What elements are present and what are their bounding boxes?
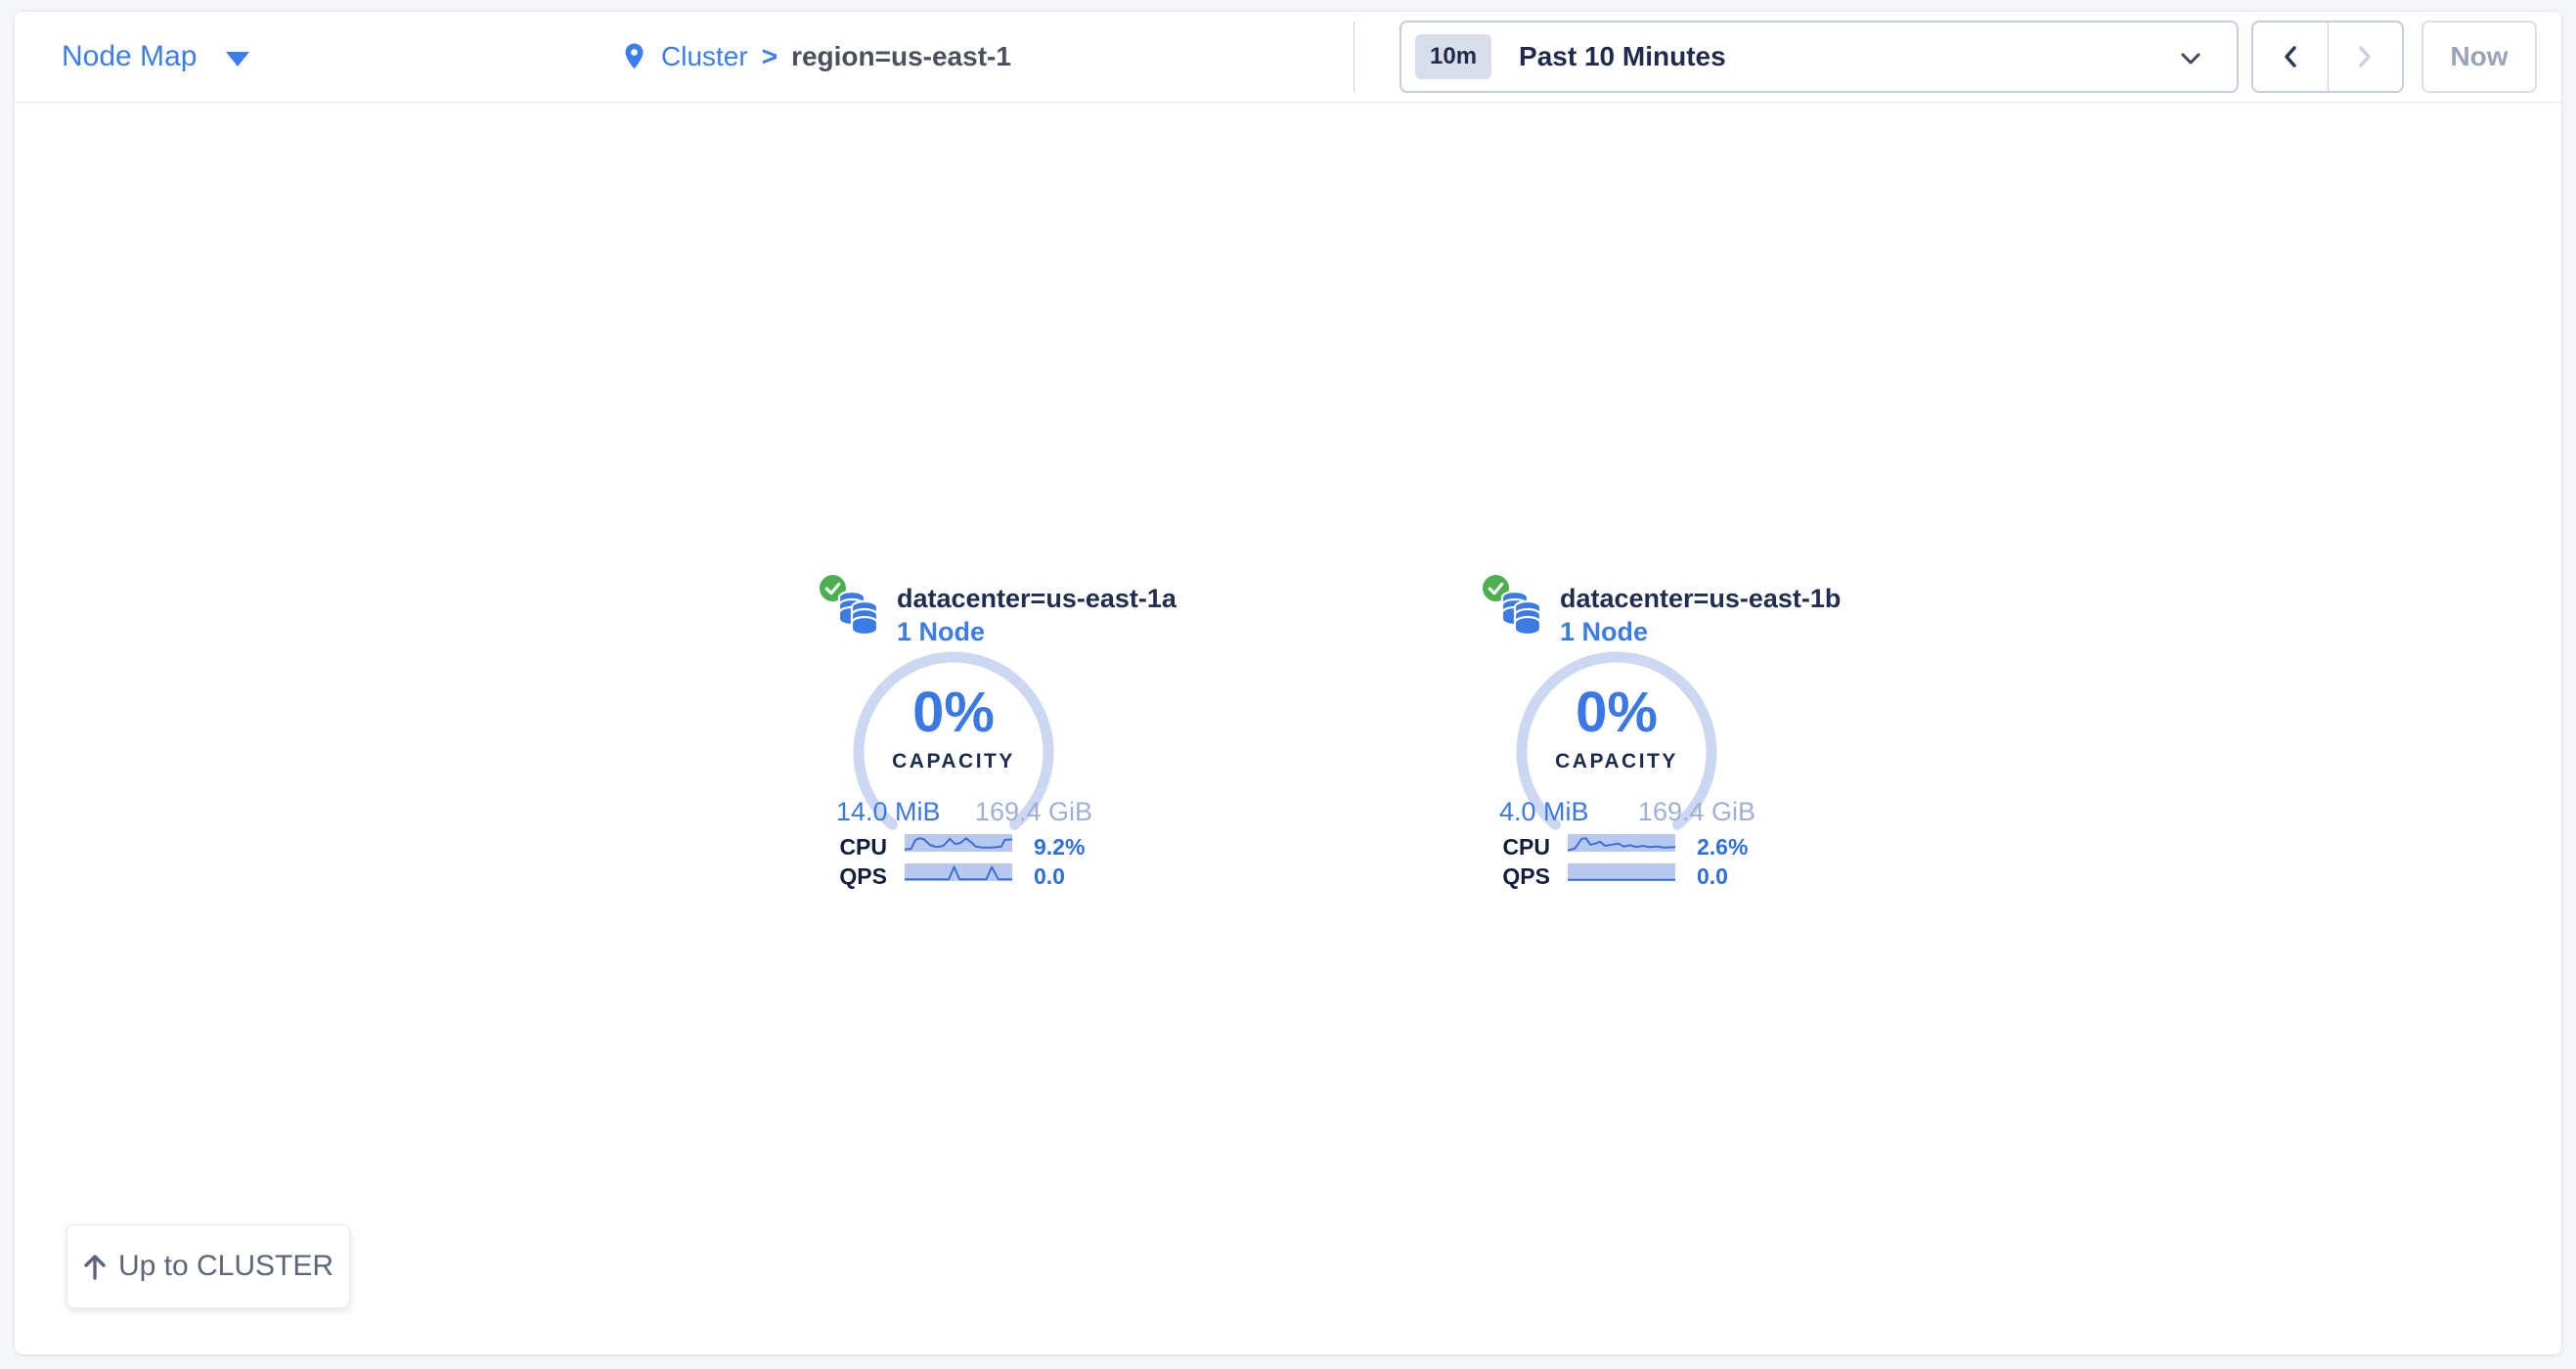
datacenter-card-us-east-1b[interactable]: datacenter=us-east-1b 1 Node 0% CAPACITY… xyxy=(1480,574,1773,906)
datacenter-card-us-east-1a[interactable]: datacenter=us-east-1a 1 Node 0% CAPACITY… xyxy=(817,574,1110,906)
cpu-stat-row: CPU 9.2% xyxy=(817,834,1110,858)
capacity-gauge: 0% CAPACITY xyxy=(1509,644,1724,860)
cpu-sparkline xyxy=(905,834,1012,852)
topbar-divider xyxy=(1354,22,1355,92)
datacenter-title: datacenter=us-east-1a xyxy=(897,584,1177,614)
qps-label: QPS xyxy=(817,863,887,890)
chevron-right-icon xyxy=(2354,43,2376,70)
capacity-total: 169.4 GiB xyxy=(1638,797,1755,827)
capacity-used: 4.0 MiB xyxy=(1499,797,1589,827)
view-selector-dropdown[interactable]: Node Map xyxy=(62,12,249,102)
up-to-cluster-button[interactable]: Up to CLUSTER xyxy=(67,1224,350,1308)
capacity-percent: 0% xyxy=(846,680,1061,745)
datacenter-node-count: 1 Node xyxy=(1560,617,1648,647)
time-range-label: Past 10 Minutes xyxy=(1519,41,1726,72)
breadcrumb-cluster-link[interactable]: Cluster xyxy=(661,41,748,72)
qps-label: QPS xyxy=(1480,863,1550,890)
qps-stat-row: QPS 0.0 xyxy=(817,863,1110,887)
capacity-total: 169.4 GiB xyxy=(975,797,1092,827)
time-range-badge: 10m xyxy=(1415,34,1491,79)
time-range-select[interactable]: 10m Past 10 Minutes xyxy=(1399,21,2239,93)
cpu-sparkline xyxy=(1568,834,1675,852)
qps-stat-row: QPS 0.0 xyxy=(1480,863,1773,887)
cpu-label: CPU xyxy=(817,834,887,861)
time-range-arrows xyxy=(2251,21,2404,93)
qps-sparkline xyxy=(1568,863,1675,881)
capacity-label: CAPACITY xyxy=(1509,750,1724,773)
app-card: Node Map Cluster > region=us-east-1 10m … xyxy=(15,12,2561,1354)
breadcrumb: Cluster > region=us-east-1 xyxy=(621,12,1011,102)
qps-value: 0.0 xyxy=(1697,863,1728,890)
node-map-page: Node Map Cluster > region=us-east-1 10m … xyxy=(0,0,2576,1369)
database-stack-icon xyxy=(836,590,881,635)
cpu-label: CPU xyxy=(1480,834,1550,861)
location-pin-icon xyxy=(621,41,647,72)
arrow-up-icon xyxy=(83,1253,107,1280)
capacity-percent: 0% xyxy=(1509,680,1724,745)
topbar: Node Map Cluster > region=us-east-1 10m … xyxy=(15,12,2561,103)
capacity-gauge: 0% CAPACITY xyxy=(846,644,1061,860)
up-to-cluster-label: Up to CLUSTER xyxy=(118,1250,333,1283)
qps-value: 0.0 xyxy=(1034,863,1065,890)
breadcrumb-separator: > xyxy=(762,41,777,72)
cpu-value: 9.2% xyxy=(1034,834,1085,861)
datacenter-node-count: 1 Node xyxy=(897,617,985,647)
capacity-usage-row: 14.0 MiB 169.4 GiB xyxy=(836,797,1092,827)
qps-sparkline xyxy=(905,863,1012,881)
database-stack-icon xyxy=(1499,590,1544,635)
cpu-value: 2.6% xyxy=(1697,834,1748,861)
breadcrumb-current: region=us-east-1 xyxy=(791,41,1011,72)
time-forward-button[interactable] xyxy=(2329,22,2403,91)
capacity-usage-row: 4.0 MiB 169.4 GiB xyxy=(1499,797,1755,827)
now-button[interactable]: Now xyxy=(2421,21,2537,93)
caret-down-icon xyxy=(226,52,249,66)
time-back-button[interactable] xyxy=(2253,22,2329,91)
cpu-stat-row: CPU 2.6% xyxy=(1480,834,1773,858)
view-selector-label: Node Map xyxy=(62,40,197,73)
chevron-down-icon xyxy=(2178,50,2203,67)
chevron-left-icon xyxy=(2280,43,2301,70)
datacenter-title: datacenter=us-east-1b xyxy=(1560,584,1841,614)
capacity-used: 14.0 MiB xyxy=(836,797,941,827)
capacity-label: CAPACITY xyxy=(846,750,1061,773)
